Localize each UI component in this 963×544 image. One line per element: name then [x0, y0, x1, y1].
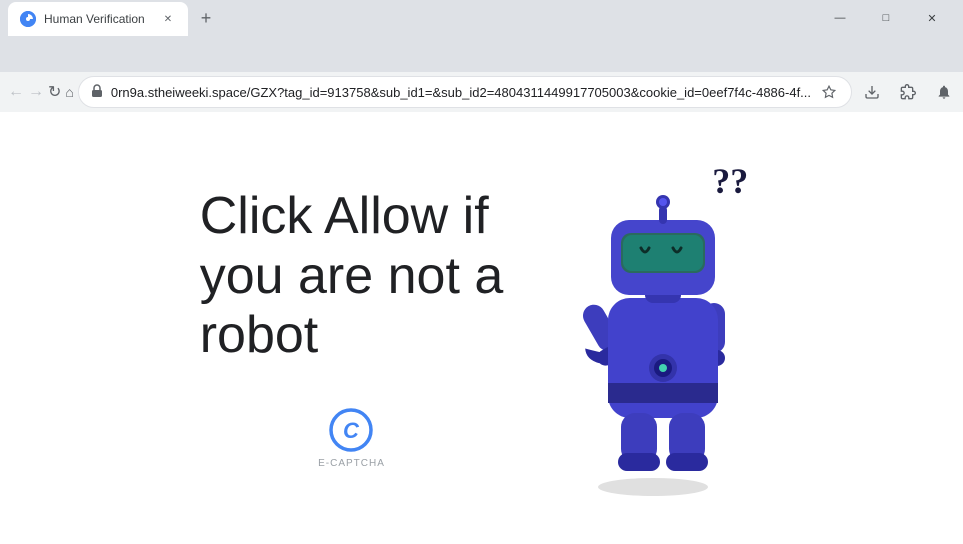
tab-bar: Human Verification ✕ + — □ ✕	[0, 0, 963, 36]
toolbar-icons: ⋮	[856, 76, 963, 108]
address-bar[interactable]: 0rn9a.stheiweeki.space/GZX?tag_id=913758…	[78, 76, 852, 108]
content-area: Click Allow if you are not a robot C E-C…	[0, 112, 963, 544]
robot-container: ??	[553, 158, 753, 498]
browser-frame: Human Verification ✕ + — □ ✕ ← → ↻ ⌂ 0rn…	[0, 0, 963, 544]
nav-bar: ← → ↻ ⌂ 0rn9a.stheiweeki.space/GZX?tag_i…	[0, 72, 963, 112]
tab-favicon	[20, 11, 36, 27]
minimize-button[interactable]: —	[817, 0, 863, 36]
maximize-button[interactable]: □	[863, 0, 909, 36]
robot-shadow	[598, 478, 708, 496]
close-button[interactable]: ✕	[909, 0, 955, 36]
new-tab-button[interactable]: +	[192, 4, 220, 32]
ecaptcha-logo: C E-CAPTCHA	[200, 406, 504, 469]
window-controls: — □ ✕	[817, 0, 955, 36]
reload-button[interactable]: ↻	[48, 76, 61, 108]
heading-line2: you are not a	[200, 247, 504, 307]
heading-line3: robot	[200, 306, 504, 366]
lock-icon	[91, 84, 103, 101]
main-heading: Click Allow if you are not a robot	[200, 187, 504, 366]
ecaptcha-label: E-CAPTCHA	[318, 458, 385, 469]
download-icon[interactable]	[856, 76, 888, 108]
back-button[interactable]: ←	[8, 76, 24, 108]
robot-illustration: ??	[543, 148, 763, 508]
notification-bell-icon[interactable]	[928, 76, 960, 108]
page-content: Click Allow if you are not a robot C E-C…	[0, 112, 963, 544]
bookmark-star-icon[interactable]	[819, 82, 839, 102]
url-text: 0rn9a.stheiweeki.space/GZX?tag_id=913758…	[111, 85, 811, 100]
browser-tab[interactable]: Human Verification ✕	[8, 2, 188, 36]
title-bar: Human Verification ✕ + — □ ✕	[0, 0, 963, 36]
forward-button[interactable]: →	[28, 76, 44, 108]
heading-line1: Click Allow if	[200, 187, 504, 247]
svg-text:C: C	[343, 418, 360, 443]
address-action-icons	[819, 82, 839, 102]
robot-svg	[563, 168, 763, 488]
text-section: Click Allow if you are not a robot C E-C…	[200, 187, 504, 469]
tab-title: Human Verification	[44, 12, 152, 26]
home-button[interactable]: ⌂	[65, 76, 73, 108]
extension-puzzle-icon[interactable]	[892, 76, 924, 108]
tab-close-button[interactable]: ✕	[160, 11, 176, 27]
ecaptcha-c-logo: C	[327, 406, 375, 454]
